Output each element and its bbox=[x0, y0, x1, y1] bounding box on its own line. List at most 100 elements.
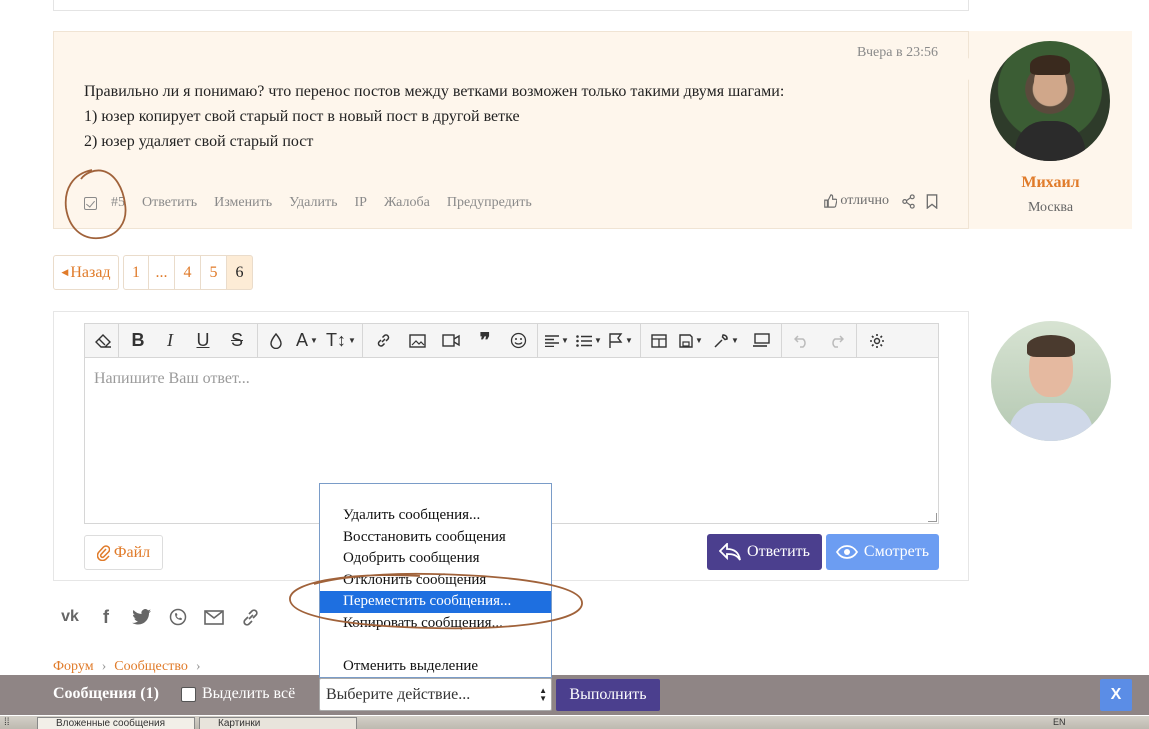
flag-icon[interactable]: ▼ bbox=[605, 324, 637, 358]
vk-icon[interactable]: vk bbox=[59, 606, 81, 628]
reply-arrow-icon bbox=[719, 543, 741, 561]
underline-icon[interactable]: U bbox=[186, 324, 220, 358]
post-right-actions: отлично bbox=[823, 193, 938, 209]
eye-icon bbox=[835, 545, 858, 559]
undo-icon[interactable] bbox=[785, 324, 819, 358]
select-all-label: Выделить всё bbox=[202, 685, 296, 702]
page-current[interactable]: 6 bbox=[227, 255, 253, 290]
option-move[interactable]: Переместить сообщения... bbox=[320, 591, 551, 613]
taskbar-task[interactable]: Картинки bbox=[199, 717, 357, 729]
post-actions: #5 Ответить Изменить Удалить IP Жалоба П… bbox=[84, 195, 549, 211]
option-restore[interactable]: Восстановить сообщения bbox=[320, 527, 551, 549]
option-reject[interactable]: Отклонить сообщения bbox=[320, 570, 551, 592]
option-approve[interactable]: Одобрить сообщения bbox=[320, 548, 551, 570]
clear-format-icon[interactable] bbox=[91, 324, 115, 358]
post-date[interactable]: Вчера в 23:56 bbox=[857, 45, 938, 61]
page-link[interactable]: 4 bbox=[175, 255, 201, 290]
align-icon[interactable]: ▼ bbox=[541, 324, 573, 358]
previous-post-bottom bbox=[53, 0, 969, 11]
action-edit[interactable]: Изменить bbox=[214, 195, 272, 211]
page-link[interactable]: 5 bbox=[201, 255, 227, 290]
reply-submit-button[interactable]: Ответить bbox=[707, 534, 822, 570]
action-ip[interactable]: IP bbox=[355, 195, 367, 211]
reply-submit-label: Ответить bbox=[747, 543, 810, 560]
action-report[interactable]: Жалоба bbox=[384, 195, 430, 211]
bold-icon[interactable]: B bbox=[122, 324, 154, 358]
font-size-icon[interactable]: T↕ ▼ bbox=[323, 324, 359, 358]
table-icon[interactable] bbox=[644, 324, 674, 358]
avatar[interactable] bbox=[990, 41, 1110, 161]
share-icon[interactable] bbox=[901, 193, 916, 209]
list-icon[interactable]: ▼ bbox=[573, 324, 605, 358]
language-indicator[interactable]: EN bbox=[1053, 717, 1066, 727]
italic-icon[interactable]: I bbox=[154, 324, 186, 358]
whatsapp-icon[interactable] bbox=[167, 606, 189, 628]
post: Вчера в 23:56 Правильно ли я понимаю? чт… bbox=[53, 31, 969, 229]
twitter-icon[interactable] bbox=[131, 606, 153, 628]
current-user-avatar[interactable] bbox=[991, 321, 1111, 441]
video-icon[interactable] bbox=[434, 324, 468, 358]
select-arrows-icon: ▲ ▼ bbox=[539, 686, 547, 703]
selected-count: Сообщения (1) bbox=[53, 685, 159, 702]
attach-file-label: Файл bbox=[113, 543, 151, 561]
action-delete[interactable]: Удалить bbox=[289, 195, 337, 211]
email-icon[interactable] bbox=[203, 606, 225, 628]
close-button[interactable]: X bbox=[1100, 679, 1132, 711]
quote-icon[interactable]: ❞ bbox=[468, 324, 502, 358]
post-line: Правильно ли я понимаю? что перенос пост… bbox=[84, 83, 785, 100]
post-line: 2) юзер удаляет свой старый пост bbox=[84, 133, 314, 150]
breadcrumb-item[interactable]: Сообщество bbox=[114, 659, 188, 675]
save-draft-icon[interactable]: ▼ bbox=[674, 324, 708, 358]
action-select-value: Выберите действие... bbox=[326, 686, 471, 703]
preview-toggle-icon[interactable] bbox=[744, 324, 778, 358]
tools-icon[interactable]: ▼ bbox=[708, 324, 744, 358]
redo-icon[interactable] bbox=[819, 324, 853, 358]
bookmark-icon[interactable] bbox=[926, 193, 938, 209]
post-line: 1) юзер копирует свой старый пост в новы… bbox=[84, 108, 520, 125]
pagination-prev-button[interactable]: ◀ Назад bbox=[53, 255, 119, 290]
link-icon[interactable] bbox=[366, 324, 400, 358]
thumbs-up-icon bbox=[824, 194, 838, 208]
paperclip-icon bbox=[96, 544, 110, 561]
facebook-icon[interactable]: f bbox=[95, 606, 117, 628]
option-copy[interactable]: Копировать сообщения... bbox=[320, 613, 551, 635]
action-dropdown-list: Удалить сообщения... Восстановить сообще… bbox=[319, 483, 552, 678]
like-button[interactable]: отлично bbox=[823, 193, 889, 209]
execute-button[interactable]: Выполнить bbox=[556, 679, 660, 711]
post-number[interactable]: #5 bbox=[111, 195, 125, 211]
chevron-right-icon: › bbox=[195, 659, 201, 674]
color-drop-icon[interactable] bbox=[261, 324, 291, 358]
option-deselect[interactable]: Отменить выделение bbox=[320, 656, 551, 678]
action-warn[interactable]: Предупредить bbox=[447, 195, 532, 211]
select-all-checkbox[interactable]: Выделить всё bbox=[181, 685, 295, 703]
user-location: Москва bbox=[1027, 200, 1074, 215]
inline-mod-bar: Сообщения (1) Выделить всё Выберите дейс… bbox=[0, 675, 1149, 715]
breadcrumb: Форум › Сообщество › bbox=[53, 659, 201, 675]
settings-gear-icon[interactable] bbox=[860, 324, 894, 358]
action-select[interactable]: Выберите действие... ▲ ▼ bbox=[319, 678, 552, 711]
username[interactable]: Михаил bbox=[969, 174, 1132, 192]
taskbar-task[interactable]: Вложенные сообщения bbox=[37, 717, 195, 729]
page-link[interactable]: 1 bbox=[123, 255, 149, 290]
preview-label: Смотреть bbox=[863, 543, 930, 560]
page-jump[interactable]: ... bbox=[149, 255, 175, 290]
action-reply[interactable]: Ответить bbox=[142, 195, 197, 211]
quick-launch-grip: ⁞⁞ bbox=[4, 717, 10, 728]
prev-label: Назад bbox=[70, 263, 111, 281]
image-icon[interactable] bbox=[400, 324, 434, 358]
breadcrumb-item[interactable]: Форум bbox=[53, 659, 94, 675]
preview-button[interactable]: Смотреть bbox=[826, 534, 939, 570]
select-post-checkbox-icon[interactable] bbox=[84, 196, 97, 210]
reply-textarea[interactable]: Напишите Ваш ответ... bbox=[85, 358, 938, 400]
smiley-icon[interactable] bbox=[502, 324, 534, 358]
option-delete[interactable]: Удалить сообщения... bbox=[320, 505, 551, 527]
attach-file-button[interactable]: Файл bbox=[84, 535, 163, 570]
copy-link-icon[interactable] bbox=[239, 606, 261, 628]
post-body: Правильно ли я понимаю? что перенос пост… bbox=[84, 79, 784, 154]
share-row: vk f bbox=[59, 606, 261, 628]
font-family-icon[interactable]: A ▼ bbox=[291, 324, 323, 358]
avatar-pointer bbox=[975, 333, 989, 357]
strike-icon[interactable]: S bbox=[220, 324, 254, 358]
resize-handle[interactable] bbox=[928, 513, 937, 522]
like-label: отлично bbox=[840, 193, 889, 208]
